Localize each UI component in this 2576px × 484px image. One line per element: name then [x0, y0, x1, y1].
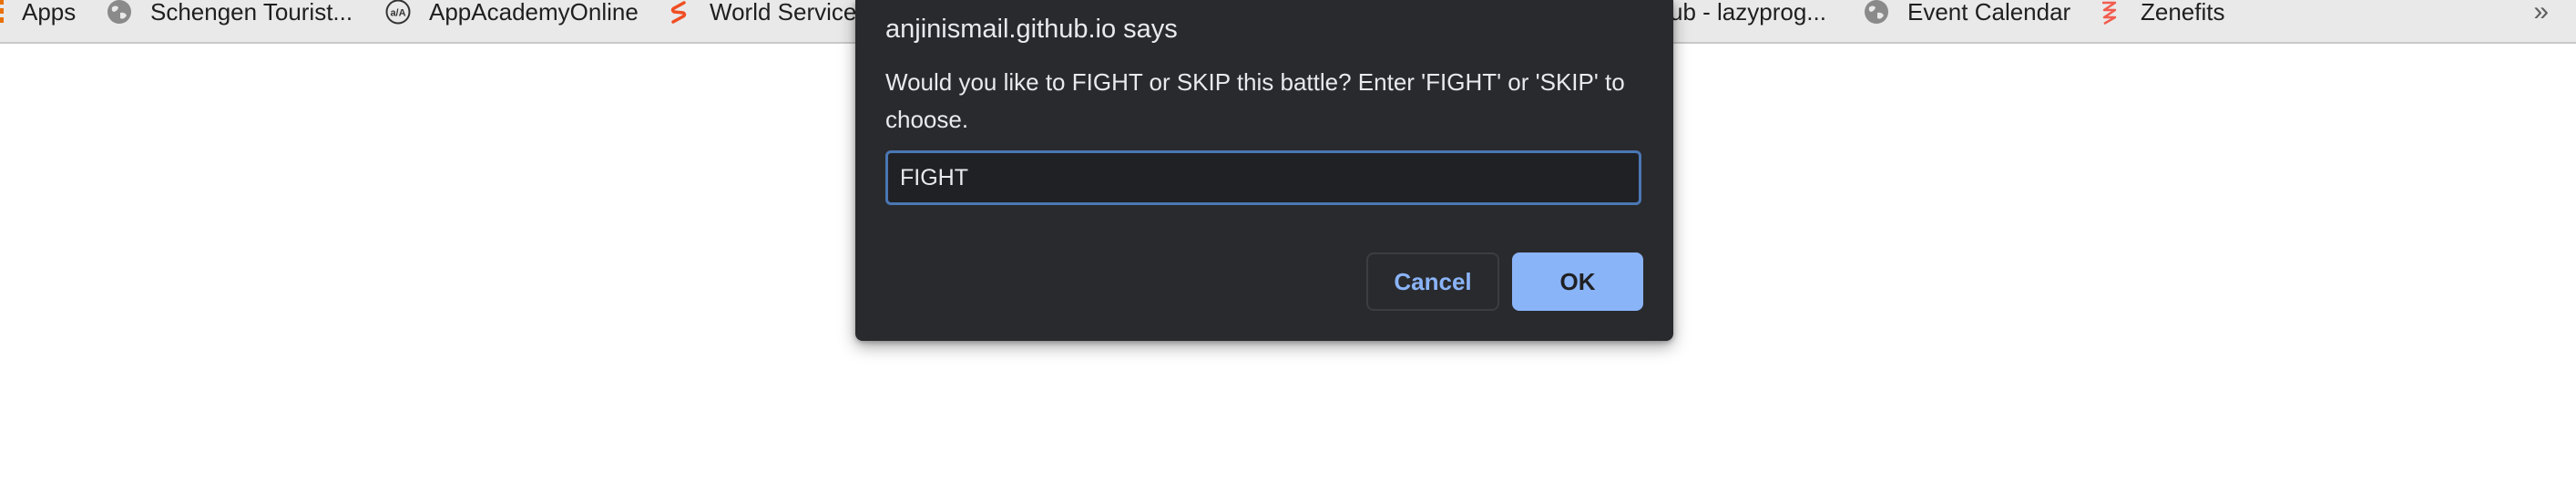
dialog-message: Would you like to FIGHT or SKIP this bat… — [885, 68, 1625, 133]
bookmark-label: AppAcademyOnline — [429, 0, 639, 26]
bookmark-github-lazyprog[interactable]: ub - lazyprog... — [1670, 0, 1826, 24]
appacademy-logo-icon: a/A — [385, 0, 411, 25]
browser-page: Apps Schengen Tourist... a/A AppAcademyO… — [0, 0, 2576, 484]
bookmark-zenefits[interactable]: Zenefits — [2097, 0, 2225, 26]
bookmark-label: ub - lazyprog... — [1670, 0, 1826, 26]
bookmarks-overflow-button[interactable]: » — [2533, 0, 2549, 27]
dialog-title: anjinismail.github.io says — [885, 15, 1178, 44]
bookmark-world-service[interactable]: World Service — [666, 0, 856, 24]
bookmark-label: Zenefits — [2141, 0, 2225, 26]
bookmark-label: World Service — [710, 0, 857, 26]
bookmark-label: Apps — [22, 0, 77, 26]
zenefits-logo-icon — [2097, 0, 2122, 26]
globe-icon — [107, 0, 132, 25]
globe-icon — [1864, 0, 1889, 25]
bookmark-schengen-tourist[interactable]: Schengen Tourist... — [107, 0, 353, 24]
svg-text:a/A: a/A — [390, 8, 405, 19]
apps-grid-icon — [0, 0, 4, 25]
bookmark-event-calendar[interactable]: Event Calendar — [1864, 0, 2070, 24]
bookmark-apps[interactable]: Apps — [0, 0, 76, 24]
bookmark-label: Schengen Tourist... — [150, 0, 353, 26]
bookmark-appacademyonline[interactable]: a/A AppAcademyOnline — [385, 0, 639, 26]
s-logo-icon — [666, 0, 691, 25]
prompt-input[interactable] — [885, 150, 1641, 205]
ok-button[interactable]: OK — [1512, 252, 1643, 311]
cancel-button[interactable]: Cancel — [1366, 252, 1499, 311]
bookmark-label: Event Calendar — [1907, 0, 2071, 26]
javascript-prompt-dialog: anjinismail.github.io says Would you lik… — [855, 0, 1673, 341]
